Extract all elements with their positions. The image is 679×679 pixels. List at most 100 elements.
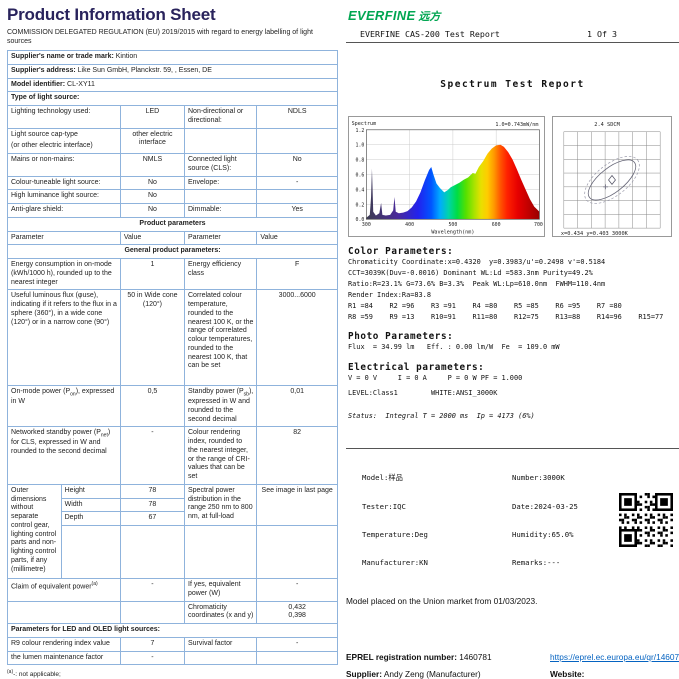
energy-consumption-value: 1 <box>120 259 184 289</box>
spectrum-chart: Spectrum 1.0=0.743mW/nm 1.2 1.0 0.8 0.6 … <box>348 116 545 237</box>
target-diamond-marker <box>609 176 616 185</box>
table-row: Claim of equivalent power(a) - If yes, e… <box>8 578 337 601</box>
supplier-name-label: Supplier's name or trade mark: <box>11 53 114 60</box>
outer-dimensions-label: Outer dimensions without separate contro… <box>8 485 61 578</box>
color-parameters-section: Color Parameters: Chromaticity Coordinat… <box>348 246 679 322</box>
antiglare-label: Anti-glare shield: <box>8 204 120 217</box>
eprel-registration: EPREL registration number: 1460781 <box>346 652 550 662</box>
empty-cell <box>8 602 120 624</box>
networked-standby-value: - <box>120 427 184 484</box>
table-row: R9 colour rendering index value 7 Surviv… <box>8 637 337 651</box>
height-value: 78 <box>120 485 184 499</box>
svg-text:600: 600 <box>492 222 501 228</box>
type-of-light-source-label: Type of light source: <box>11 94 79 101</box>
qr-code <box>619 493 673 547</box>
svg-text:0.2: 0.2 <box>356 202 365 208</box>
union-market-statement: Model placed on the Union market from 01… <box>346 596 679 606</box>
general-parameters-header: General product parameters: <box>8 244 337 258</box>
color-parameters-title: Color Parameters: <box>348 246 679 257</box>
eprel-link[interactable]: https://eprel.ec.europa.eu/qr/1460781 <box>550 652 679 662</box>
led-oled-parameters-header: Parameters for LED and OLED light source… <box>8 623 337 637</box>
parameter-col-header: Parameter <box>8 232 120 245</box>
empty-cell <box>120 526 184 578</box>
spectrum-plot: Spectrum 1.0=0.743mW/nm 1.2 1.0 0.8 0.6 … <box>349 117 544 236</box>
tuneable-value: No <box>120 177 184 190</box>
supplier-row: Supplier: Andy Zeng (Manufacturer) Websi… <box>346 669 679 679</box>
everfine-logo-chinese: 远方 <box>418 11 440 23</box>
table-row: Useful luminous flux (φuse), indicating … <box>8 289 337 385</box>
envelope-value: - <box>256 177 337 190</box>
inner-ellipse <box>582 153 642 207</box>
survival-factor-label: Survival factor <box>184 638 256 651</box>
width-label: Width <box>61 499 120 513</box>
empty-cell <box>184 526 256 578</box>
directional-value: NDLS <box>256 106 337 128</box>
supplier-address-label: Supplier's address: <box>11 67 76 74</box>
table-row: Energy consumption in on-mode (kWh/1000 … <box>8 258 337 289</box>
contact-section: EPREL registration number: 1460781 https… <box>346 652 679 679</box>
photo-parameters-section: Photo Parameters: Flux = 34.99 lm Eff. :… <box>348 331 679 353</box>
charts-row: Spectrum 1.0=0.743mW/nm 1.2 1.0 0.8 0.6 … <box>348 116 679 237</box>
color-parameters-line: CCT=3039K(Duv=-0.0016) Dominant WL:Ld =5… <box>348 268 679 279</box>
electrical-parameters-line: V = 0 V I = 0 A P = 0 W PF = 1.000 <box>348 373 679 384</box>
survival-factor-value: - <box>256 638 337 651</box>
lighting-tech-value: LED <box>120 106 184 128</box>
photo-parameters-title: Photo Parameters: <box>348 331 679 342</box>
energy-consumption-label: Energy consumption in on-mode (kWh/1000 … <box>8 259 120 289</box>
spectral-distribution-value: See image in last page <box>256 485 337 526</box>
page-indicator: 1 Of 3 <box>587 29 617 39</box>
antiglare-value: No <box>120 204 184 217</box>
svg-text:1.2: 1.2 <box>356 128 365 134</box>
envelope-label: Envelope: <box>184 177 256 190</box>
supplier-label: Supplier: <box>346 669 382 679</box>
standby-power-label: Standby power (Psb), expressed in W and … <box>184 386 256 426</box>
svg-text:0.8: 0.8 <box>356 158 365 164</box>
svg-text:400: 400 <box>405 222 414 228</box>
eprel-value: 1460781 <box>459 652 491 662</box>
page-title: Product Information Sheet <box>7 5 338 25</box>
high-luminance-value: No <box>120 190 184 203</box>
lighting-tech-label: Lighting technology used: <box>8 106 120 128</box>
table-row: Mains or non-mains: NMLS Connected light… <box>8 153 337 176</box>
mains-label: Mains or non-mains: <box>8 154 120 176</box>
useful-flux-label: Useful luminous flux (φuse), indicating … <box>8 290 120 385</box>
page: Product Information Sheet COMMISSION DEL… <box>0 0 679 679</box>
spectrum-corner-label: Spectrum <box>352 121 377 127</box>
spectral-distribution-label: Spectral power distribution in the range… <box>184 485 256 526</box>
table-row: High luminance light source: No <box>8 189 337 203</box>
cri-values-line: R8 =59 R9 =13 R10=91 R11=80 R12=75 R13=8… <box>348 312 679 323</box>
svg-text:500: 500 <box>448 222 457 228</box>
table-row: Lighting technology used: LED Non-direct… <box>8 105 337 128</box>
table-row: Chromaticity coordinates (x and y) 0,432… <box>8 601 337 624</box>
color-parameters-line: Ratio:R=23.1% G=73.6% B=3.3% Peak WL:Lp=… <box>348 279 679 290</box>
everfine-logo-text: EVERFINE <box>348 8 415 23</box>
product-information-sheet: Product Information Sheet COMMISSION DEL… <box>7 5 338 679</box>
table-row: Light source cap-type (or other electric… <box>8 128 337 154</box>
electrical-parameters-line: LEVEL:Class1 WHITE:ANSI_3000K <box>348 388 679 399</box>
supplier-address-row: Supplier's address: Like Sun GmbH, Planc… <box>8 64 337 78</box>
sdcm-chart: 2.4 SDCM x=0.434 y=0.403 3000K <box>552 116 672 237</box>
high-luminance-label: High luminance light source: <box>8 190 120 203</box>
column-header-row: Parameter Value Parameter Value <box>8 231 337 245</box>
supplier-value: Andy Zeng (Manufacturer) <box>384 669 481 679</box>
electrical-parameters-title: Electrical parameters: <box>348 362 679 373</box>
outer-dimensions-row: Outer dimensions without separate contro… <box>8 484 337 578</box>
sdcm-plot: 2.4 SDCM x=0.434 y=0.403 3000K <box>553 117 671 236</box>
directional-label: Non-directional or directional: <box>184 106 256 128</box>
onmode-power-label: On-mode power (Pon), expressed in W <box>8 386 120 426</box>
standby-power-value: 0,01 <box>256 386 337 426</box>
depth-value: 67 <box>120 512 184 526</box>
footnotes: (a)-: not applicable; (b)-: not applicab… <box>7 668 338 679</box>
cls-value: No <box>256 154 337 176</box>
empty-cell <box>184 190 256 203</box>
dimmable-value: Yes <box>256 204 337 217</box>
empty-cell <box>61 526 120 578</box>
value-col-header: Value <box>256 232 337 245</box>
cls-label: Connected light source (CLS): <box>184 154 256 176</box>
width-value: 78 <box>120 499 184 513</box>
everfine-test-report: EVERFINE远方 EVERFINE CAS-200 Test Report … <box>346 0 679 679</box>
everfine-logo: EVERFINE远方 <box>348 7 679 25</box>
parameter-col-header: Parameter <box>184 232 256 245</box>
x-axis-label: Wavelength(nm) <box>431 230 474 236</box>
dimmable-label: Dimmable: <box>184 204 256 217</box>
